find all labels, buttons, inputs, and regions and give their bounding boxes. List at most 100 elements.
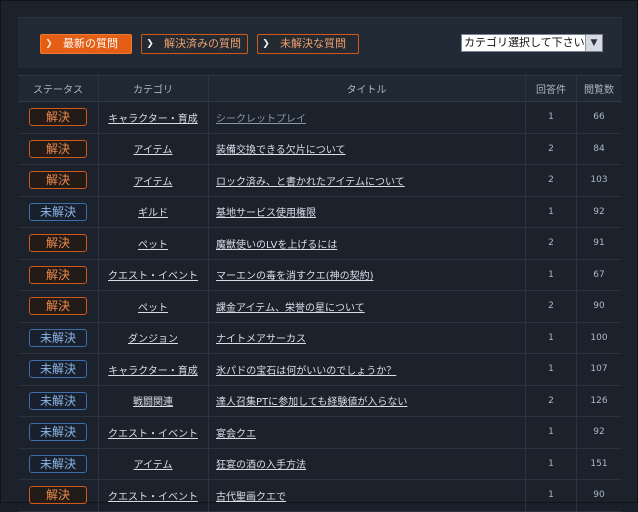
status-cell: 解決 <box>18 228 99 259</box>
category-cell: アイテム <box>98 448 209 479</box>
category-link[interactable]: アイテム <box>134 141 173 156</box>
category-cell: クエスト・イベント <box>98 259 209 290</box>
filter-unsolved-label: 未解決な質問 <box>280 37 346 50</box>
answer-count: 1 <box>548 427 554 438</box>
category-link[interactable]: クエスト・イベント <box>108 267 198 282</box>
answers-cell: 2 <box>526 385 577 416</box>
question-title-link[interactable]: マーエンの毒を消すクエ(神の契約) <box>216 267 374 282</box>
qa-board: ❯ 最新の質問 ❯ 解決済みの質問 ❯ 未解決な質問 カテゴリ選択して下さい ▼… <box>0 0 638 512</box>
question-title-link[interactable]: 魔獣使いのLVを上げるには <box>216 236 337 251</box>
question-title-link[interactable]: 装備交換できる欠片について <box>216 141 346 156</box>
table-row: 解決 キャラクター・育成 シークレットプレイ 1 66 <box>18 102 622 134</box>
status-badge: 解決 <box>29 139 87 158</box>
answer-count: 1 <box>548 458 554 469</box>
category-link[interactable]: ダンジョン <box>128 330 178 345</box>
chevron-down-icon[interactable]: ▼ <box>585 35 602 51</box>
answer-count: 2 <box>548 395 554 406</box>
views-cell: 90 <box>576 291 622 322</box>
status-badge: 未解決 <box>29 202 87 221</box>
answer-count: 2 <box>548 175 554 186</box>
view-count: 90 <box>593 490 605 501</box>
answer-count: 2 <box>548 301 554 312</box>
question-title-link[interactable]: 宴会クエ <box>216 425 256 440</box>
table-body: 解決 キャラクター・育成 シークレットプレイ 1 66 解決 アイテム 装備交換できる欠片につ… <box>18 102 622 512</box>
view-count: 67 <box>593 269 605 280</box>
filter-unsolved-button[interactable]: ❯ 未解決な質問 <box>257 34 359 54</box>
question-title-link[interactable]: 古代聖画クエで <box>216 488 286 503</box>
question-title-link[interactable]: シークレットプレイ <box>216 110 306 125</box>
question-title-link[interactable]: ナイトメアサーカス <box>216 330 306 345</box>
category-link[interactable]: ペット <box>138 236 168 251</box>
chevron-right-icon: ❯ <box>262 39 270 49</box>
answers-cell: 1 <box>526 196 577 227</box>
status-cell: 未解決 <box>18 385 99 416</box>
status-badge: 解決 <box>29 297 87 316</box>
status-cell: 解決 <box>18 133 99 164</box>
status-badge: 解決 <box>29 265 87 284</box>
category-link[interactable]: 戦闘関連 <box>133 393 173 408</box>
table-row: 未解決 ダンジョン ナイトメアサーカス 1 100 <box>18 322 622 354</box>
view-count: 90 <box>593 301 605 312</box>
status-cell: 解決 <box>18 102 99 133</box>
title-cell: シークレットプレイ <box>208 102 526 133</box>
category-cell: ペット <box>98 228 209 259</box>
question-title-link[interactable]: 基地サービス使用権限 <box>216 204 316 219</box>
table-row: 解決 アイテム ロック済み、と書かれたアイテムについて 2 103 <box>18 165 622 197</box>
view-count: 66 <box>593 112 605 123</box>
status-cell: 解決 <box>18 259 99 290</box>
title-cell: 課金アイテム、栄誉の星について <box>208 291 526 322</box>
header-answers: 回答件 <box>526 76 577 101</box>
question-title-link[interactable]: 狂宴の酒の入手方法 <box>216 456 306 471</box>
title-cell: 達人召集PTに参加しても経験値が入らない <box>208 385 526 416</box>
category-link[interactable]: アイテム <box>134 456 173 471</box>
table-row: 未解決 キャラクター・育成 氷パドの宝石は何がいいのでしょうか？ 1 107 <box>18 354 622 386</box>
table-row: 解決 ペット 魔獣使いのLVを上げるには 2 91 <box>18 228 622 260</box>
category-link[interactable]: クエスト・イベント <box>108 488 198 503</box>
answers-cell: 1 <box>526 259 577 290</box>
table-row: 未解決 アイテム 狂宴の酒の入手方法 1 151 <box>18 448 622 480</box>
answer-count: 1 <box>548 332 554 343</box>
title-cell: 基地サービス使用権限 <box>208 196 526 227</box>
answer-count: 2 <box>548 238 554 249</box>
category-cell: 戦闘関連 <box>98 385 209 416</box>
question-title-link[interactable]: ロック済み、と書かれたアイテムについて <box>216 173 405 188</box>
view-count: 126 <box>590 395 608 406</box>
view-count: 103 <box>590 175 608 186</box>
answer-count: 1 <box>548 206 554 217</box>
chevron-right-icon: ❯ <box>45 39 53 49</box>
answers-cell: 2 <box>526 291 577 322</box>
category-link[interactable]: キャラクター・育成 <box>108 362 198 377</box>
question-title-link[interactable]: 達人召集PTに参加しても経験値が入らない <box>216 393 407 408</box>
category-link[interactable]: クエスト・イベント <box>108 425 198 440</box>
views-cell: 92 <box>576 417 622 448</box>
status-cell: 解決 <box>18 480 99 511</box>
status-cell: 未解決 <box>18 417 99 448</box>
answers-cell: 1 <box>526 322 577 353</box>
category-link[interactable]: ペット <box>138 299 168 314</box>
views-cell: 84 <box>576 134 622 165</box>
question-title-link[interactable]: 氷パドの宝石は何がいいのでしょうか？ <box>216 362 396 377</box>
table-header: ステータス カテゴリ タイトル 回答件 閲覧数 <box>18 75 622 102</box>
category-link[interactable]: アイテム <box>134 173 173 188</box>
question-title-link[interactable]: 課金アイテム、栄誉の星について <box>216 299 365 314</box>
category-cell: ペット <box>98 291 209 322</box>
category-cell: キャラクター・育成 <box>98 354 209 385</box>
category-select[interactable]: カテゴリ選択して下さい ▼ <box>461 34 603 52</box>
category-cell: アイテム <box>98 165 209 196</box>
category-link[interactable]: ギルド <box>138 204 168 219</box>
status-badge: 未解決 <box>29 423 87 442</box>
answer-count: 1 <box>548 490 554 501</box>
filter-latest-button[interactable]: ❯ 最新の質問 <box>40 34 132 54</box>
filter-latest-label: 最新の質問 <box>63 37 118 50</box>
answer-count: 2 <box>548 143 554 154</box>
view-count: 107 <box>590 364 608 375</box>
views-cell: 100 <box>576 323 622 354</box>
view-count: 91 <box>593 238 605 249</box>
status-badge: 未解決 <box>29 391 87 410</box>
status-cell: 未解決 <box>18 354 99 385</box>
status-badge: 未解決 <box>29 360 87 379</box>
title-cell: 古代聖画クエで <box>208 480 526 511</box>
category-link[interactable]: キャラクター・育成 <box>108 110 198 125</box>
views-cell: 91 <box>576 228 622 259</box>
filter-solved-button[interactable]: ❯ 解決済みの質問 <box>141 34 248 54</box>
